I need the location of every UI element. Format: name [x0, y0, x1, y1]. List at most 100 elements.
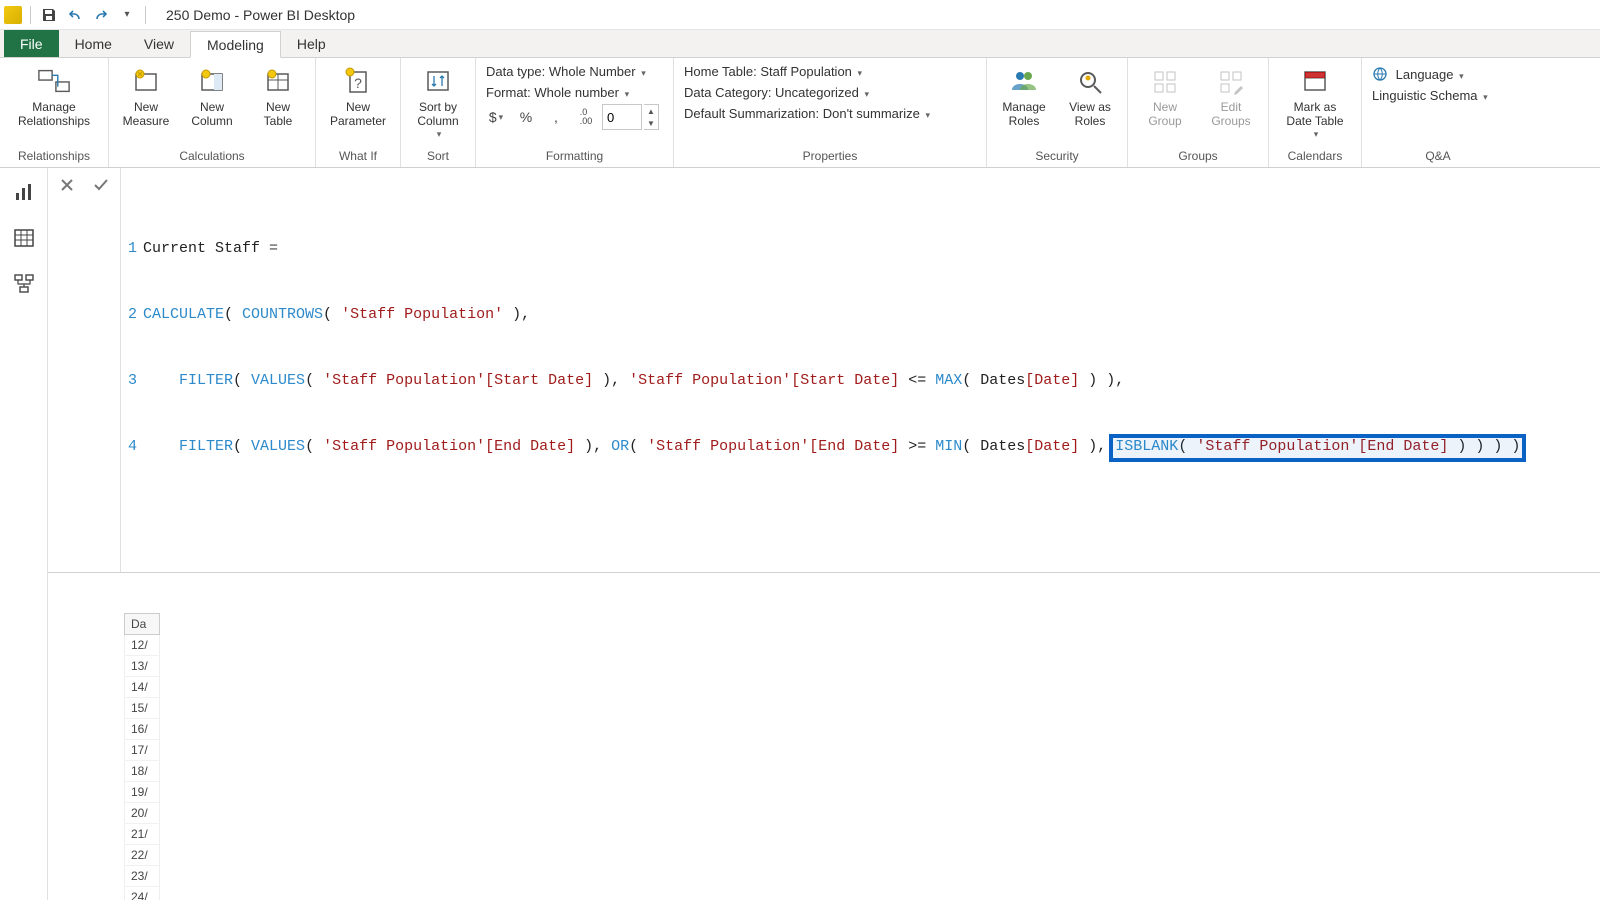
- undo-icon: [67, 7, 83, 23]
- formula-editor[interactable]: 1 Current Staff = 2 CALCULATE( COUNTROWS…: [121, 168, 1600, 572]
- default-summarization-dropdown[interactable]: Default Summarization: Don't summarize ▾: [680, 104, 980, 123]
- decimal-places-icon: .0 .00: [572, 104, 600, 130]
- view-as-roles-button[interactable]: View as Roles: [1059, 60, 1121, 133]
- redo-button[interactable]: [91, 5, 111, 25]
- edit-groups-icon: [1214, 64, 1248, 98]
- mark-date-table-button[interactable]: Mark as Date Table ▾: [1275, 60, 1355, 144]
- new-measure-button[interactable]: New Measure: [115, 60, 177, 133]
- cancel-formula-button[interactable]: [56, 174, 78, 196]
- new-column-button[interactable]: New Column: [181, 60, 243, 133]
- dropdown-arrow-icon: ▾: [499, 112, 504, 123]
- model-view-button[interactable]: [10, 270, 38, 298]
- tab-view[interactable]: View: [128, 30, 190, 57]
- format-label: Format: Whole number: [486, 85, 619, 100]
- percent-format-button[interactable]: %: [512, 104, 540, 130]
- linguistic-schema-dropdown[interactable]: Linguistic Schema ▾: [1368, 86, 1508, 105]
- ribbon-group-calendars: Mark as Date Table ▾ Calendars: [1269, 58, 1362, 167]
- format-dropdown[interactable]: Format: Whole number ▾: [482, 83, 667, 102]
- qat-customize[interactable]: ▾: [117, 5, 137, 25]
- language-dropdown[interactable]: Language ▾: [1368, 64, 1508, 84]
- decimal-spinner[interactable]: ▲ ▼: [644, 104, 659, 130]
- new-group-label: New Group: [1148, 100, 1181, 129]
- line-number: 2: [121, 304, 143, 326]
- code-line-4: FILTER( VALUES( 'Staff Population'[End D…: [143, 436, 1600, 458]
- ribbon-group-sort: Sort by Column ▾ Sort: [401, 58, 476, 167]
- tab-home[interactable]: Home: [59, 30, 128, 57]
- data-type-dropdown[interactable]: Data type: Whole Number ▾: [482, 62, 667, 81]
- home-table-label: Home Table: Staff Population: [684, 64, 852, 79]
- new-column-label: New Column: [191, 100, 232, 129]
- manage-relationships-label: Manage Relationships: [18, 100, 90, 129]
- qat-separator-2: [145, 6, 146, 24]
- menu-tabs: File Home View Modeling Help: [0, 30, 1600, 58]
- tab-help[interactable]: Help: [281, 30, 342, 57]
- parameter-icon: ?: [341, 64, 375, 98]
- group-label-security: Security: [993, 147, 1121, 167]
- table-cell[interactable]: 18/: [124, 761, 160, 782]
- dropdown-arrow-icon: ▾: [641, 68, 646, 78]
- table-cell[interactable]: 24/: [124, 887, 160, 900]
- commit-formula-button[interactable]: [90, 174, 112, 196]
- ribbon-group-whatif: ? New Parameter What If: [316, 58, 401, 167]
- table-cell[interactable]: 17/: [124, 740, 160, 761]
- table-cell[interactable]: 23/: [124, 866, 160, 887]
- group-label-properties: Properties: [680, 147, 980, 167]
- code-line-1: Current Staff =: [143, 238, 1600, 260]
- close-icon: [59, 177, 75, 193]
- home-table-dropdown[interactable]: Home Table: Staff Population ▾: [680, 62, 980, 81]
- calendar-icon: [1298, 64, 1332, 98]
- group-label-calendars: Calendars: [1275, 147, 1355, 167]
- group-label-relationships: Relationships: [6, 147, 102, 167]
- globe-icon: [1372, 66, 1388, 82]
- table-cell[interactable]: 19/: [124, 782, 160, 803]
- edit-groups-button: Edit Groups: [1200, 60, 1262, 133]
- manage-roles-button[interactable]: Manage Roles: [993, 60, 1055, 133]
- table-cell[interactable]: 20/: [124, 803, 160, 824]
- group-label-calculations: Calculations: [115, 147, 309, 167]
- ribbon-group-security: Manage Roles View as Roles Security: [987, 58, 1128, 167]
- group-label-groups: Groups: [1134, 147, 1262, 167]
- tab-file[interactable]: File: [4, 30, 59, 57]
- table-cell[interactable]: 14/: [124, 677, 160, 698]
- ribbon-group-calculations: New Measure New Column New Table Calcula…: [109, 58, 316, 167]
- table-icon: [261, 64, 295, 98]
- currency-format-button[interactable]: $▾: [482, 104, 510, 130]
- decimal-places-input[interactable]: [602, 104, 642, 130]
- save-button[interactable]: [39, 5, 59, 25]
- title-bar: ▾ 250 Demo - Power BI Desktop: [0, 0, 1600, 30]
- main-area: 1 Current Staff = 2 CALCULATE( COUNTROWS…: [0, 168, 1600, 900]
- table-cell[interactable]: 21/: [124, 824, 160, 845]
- thousands-separator-button[interactable]: ,: [542, 104, 570, 130]
- table-cell[interactable]: 16/: [124, 719, 160, 740]
- dropdown-arrow-icon: ▾: [865, 89, 870, 99]
- line-number: 3: [121, 370, 143, 392]
- sort-by-column-label: Sort by Column: [417, 100, 458, 129]
- table-cell[interactable]: 12/: [124, 635, 160, 656]
- undo-button[interactable]: [65, 5, 85, 25]
- data-view-button[interactable]: [10, 224, 38, 252]
- column-header[interactable]: Da: [124, 613, 160, 635]
- spinner-down-icon[interactable]: ▼: [644, 117, 658, 129]
- manage-relationships-button[interactable]: Manage Relationships: [6, 60, 102, 133]
- report-view-icon: [13, 181, 35, 203]
- view-rail: [0, 168, 48, 900]
- new-parameter-button[interactable]: ? New Parameter: [322, 60, 394, 133]
- spinner-up-icon[interactable]: ▲: [644, 105, 658, 117]
- sort-by-column-button[interactable]: Sort by Column ▾: [407, 60, 469, 144]
- tab-modeling[interactable]: Modeling: [190, 31, 281, 58]
- table-cell[interactable]: 13/: [124, 656, 160, 677]
- table-cell[interactable]: 22/: [124, 845, 160, 866]
- new-table-button[interactable]: New Table: [247, 60, 309, 133]
- group-label-qa: Q&A: [1368, 147, 1508, 167]
- data-category-dropdown[interactable]: Data Category: Uncategorized ▾: [680, 83, 980, 102]
- manage-roles-label: Manage Roles: [1002, 100, 1045, 129]
- measure-icon: [129, 64, 163, 98]
- grid-area: Da 12/13/14/15/16/17/18/19/20/21/22/23/2…: [48, 573, 1600, 900]
- table-cell[interactable]: 15/: [124, 698, 160, 719]
- group-label-whatif: What If: [322, 147, 394, 167]
- new-table-label: New Table: [264, 100, 293, 129]
- data-category-label: Data Category: Uncategorized: [684, 85, 859, 100]
- report-view-button[interactable]: [10, 178, 38, 206]
- content-area: 1 Current Staff = 2 CALCULATE( COUNTROWS…: [48, 168, 1600, 900]
- currency-label: $: [489, 109, 497, 125]
